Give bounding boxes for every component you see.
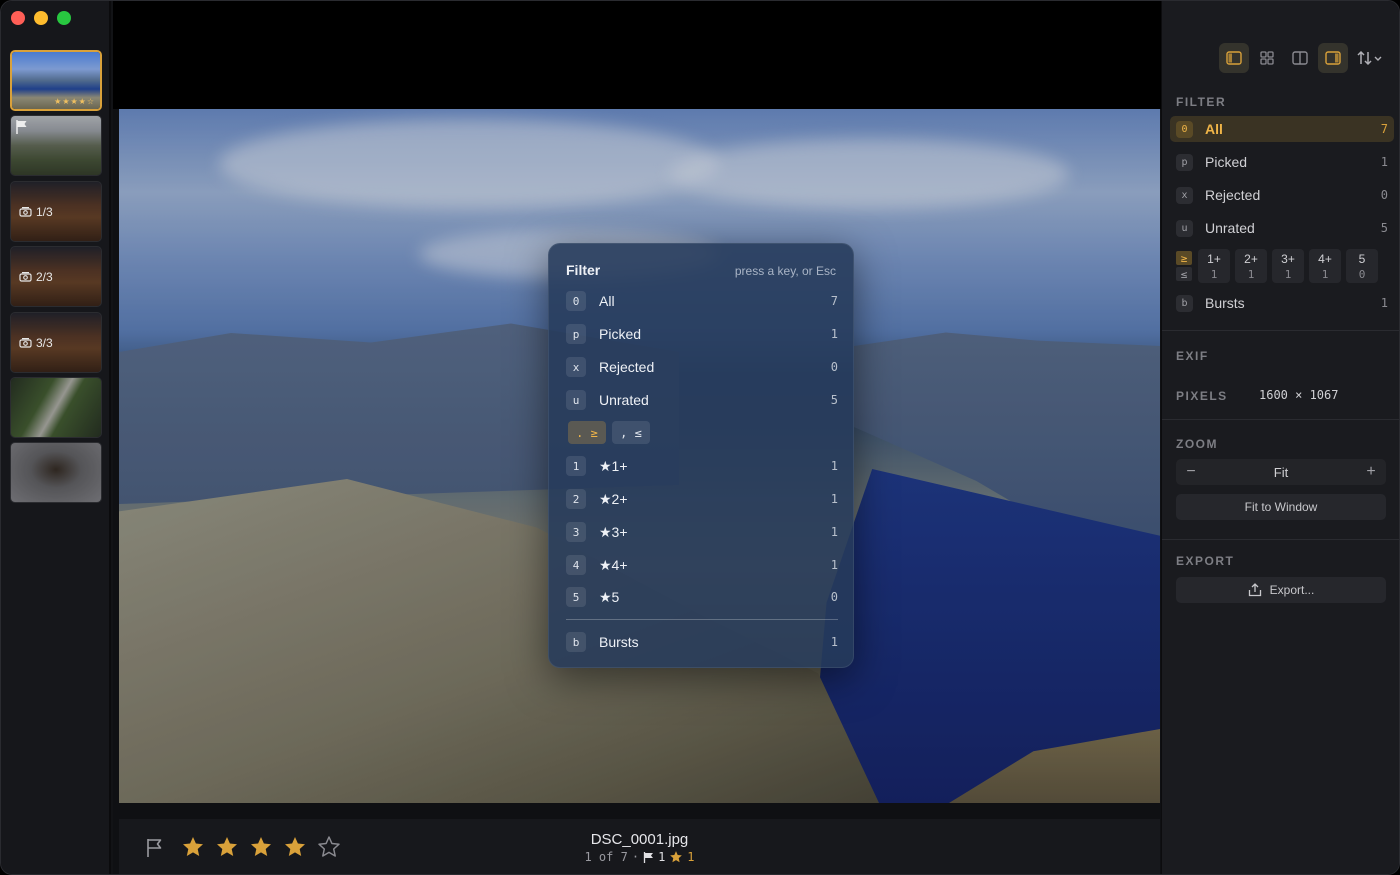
shortcut-key: 0 bbox=[566, 291, 586, 311]
popup-filter-rating-1[interactable]: 1 ★1+ 1 bbox=[566, 454, 838, 478]
burst-index-label: 1/3 bbox=[36, 204, 53, 219]
shortcut-key: b bbox=[1176, 294, 1193, 312]
thumbnail-rating-stars: ★★★★☆ bbox=[54, 97, 95, 106]
zoom-in-button[interactable]: + bbox=[1356, 463, 1386, 481]
sidebar-filter-unrated[interactable]: u Unrated 5 bbox=[1170, 215, 1394, 241]
rating-filter-1[interactable]: 1+ 1 bbox=[1198, 249, 1230, 283]
popup-filter-picked[interactable]: p Picked 1 bbox=[566, 322, 838, 346]
export-button[interactable]: Export... bbox=[1176, 577, 1386, 603]
sidebar-filter-picked[interactable]: p Picked 1 bbox=[1170, 149, 1394, 175]
rating-comparison-toggle[interactable]: ≥ ≤ bbox=[1176, 251, 1192, 281]
sidebar-right-icon bbox=[1325, 51, 1341, 65]
sort-menu-button[interactable] bbox=[1352, 43, 1388, 73]
popup-filter-rating-3[interactable]: 3 ★3+ 1 bbox=[566, 520, 838, 544]
minimize-window-button[interactable] bbox=[34, 11, 48, 25]
sidebar-filter-bursts[interactable]: b Bursts 1 bbox=[1170, 290, 1394, 316]
window-controls bbox=[11, 11, 71, 25]
filter-popup: Filter press a key, or Esc 0 All 7 p Pic… bbox=[548, 243, 854, 668]
popup-filter-unrated[interactable]: u Unrated 5 bbox=[566, 388, 838, 412]
viewer-top-area bbox=[113, 1, 1161, 109]
popup-filter-rating-4[interactable]: 4 ★4+ 1 bbox=[566, 553, 838, 577]
export-section-title: EXPORT bbox=[1176, 554, 1235, 568]
at-most-toggle[interactable]: ≤ bbox=[1176, 267, 1192, 281]
burst-stack-icon bbox=[19, 272, 32, 282]
shortcut-key: 2 bbox=[566, 489, 586, 509]
burst-stack-icon bbox=[19, 338, 32, 348]
split-view-icon bbox=[1292, 51, 1308, 65]
thumbnail-3[interactable]: 1/3 bbox=[10, 181, 102, 242]
popup-title: Filter bbox=[566, 262, 601, 278]
shortcut-key: 5 bbox=[566, 587, 586, 607]
zoom-section-title: ZOOM bbox=[1176, 437, 1218, 451]
popup-divider bbox=[566, 619, 838, 620]
export-icon bbox=[1248, 583, 1261, 597]
flag-icon bbox=[643, 851, 654, 863]
position-label: 1 of 7 bbox=[584, 850, 628, 864]
thumbnail-7[interactable] bbox=[10, 442, 102, 503]
shortcut-key: u bbox=[566, 390, 586, 410]
popup-hint: press a key, or Esc bbox=[734, 264, 836, 278]
at-least-toggle[interactable]: ≥ bbox=[1176, 251, 1192, 265]
rating-filter-3[interactable]: 3+ 1 bbox=[1272, 249, 1304, 283]
sidebar-filter-all[interactable]: 0 All 7 bbox=[1170, 116, 1394, 142]
exif-section-title: EXIF bbox=[1176, 349, 1209, 363]
fit-to-window-button[interactable]: Fit to Window bbox=[1176, 494, 1386, 520]
burst-index-label: 2/3 bbox=[36, 269, 53, 284]
thumbnail-1[interactable]: ★★★★☆ bbox=[10, 50, 102, 111]
thumbnail-2[interactable] bbox=[10, 115, 102, 176]
popup-filter-bursts[interactable]: b Bursts 1 bbox=[566, 630, 838, 654]
zoom-out-button[interactable]: − bbox=[1176, 463, 1206, 481]
compare-view-button[interactable] bbox=[1285, 43, 1315, 73]
shortcut-key: p bbox=[566, 324, 586, 344]
bottom-bar: DSC_0001.jpg 1 of 7 · 1 1 bbox=[119, 819, 1160, 874]
flag-icon bbox=[16, 120, 27, 134]
pixels-value: 1600 × 1067 bbox=[1259, 388, 1339, 402]
rating-filter-5[interactable]: 5 0 bbox=[1346, 249, 1378, 283]
popup-at-least-toggle[interactable]: . ≥ bbox=[568, 421, 606, 444]
zoom-control: − Fit + bbox=[1176, 459, 1386, 485]
shortcut-key: 1 bbox=[566, 456, 586, 476]
sidebar-left-icon bbox=[1226, 51, 1242, 65]
shortcut-key: 3 bbox=[566, 522, 586, 542]
thumbnail-4[interactable]: 2/3 bbox=[10, 246, 102, 307]
star-count: 1 bbox=[687, 850, 695, 864]
popup-filter-rating-5[interactable]: 5 ★5 0 bbox=[566, 585, 838, 609]
rating-filter-2[interactable]: 2+ 1 bbox=[1235, 249, 1267, 283]
grid-view-button[interactable] bbox=[1252, 43, 1282, 73]
star-filled-icon bbox=[670, 851, 683, 863]
file-position-info: 1 of 7 · 1 1 bbox=[584, 850, 695, 864]
toggle-right-sidebar-button[interactable] bbox=[1318, 43, 1348, 73]
thumbnail-5[interactable]: 3/3 bbox=[10, 312, 102, 373]
shortcut-key: 0 bbox=[1176, 120, 1193, 138]
shortcut-key: p bbox=[1176, 153, 1193, 171]
burst-index-label: 3/3 bbox=[36, 335, 53, 350]
shortcut-key: u bbox=[1176, 219, 1193, 237]
filmstrip: ★★★★☆ 1/3 2/3 3/3 bbox=[1, 1, 111, 874]
sort-icon bbox=[1357, 50, 1382, 66]
grid-icon bbox=[1260, 51, 1274, 65]
app-window: ★★★★☆ 1/3 2/3 3/3 DSC_0001.jpg 1 of 7 · … bbox=[0, 0, 1400, 875]
thumbnail-6[interactable] bbox=[10, 377, 102, 438]
popup-filter-rating-2[interactable]: 2 ★2+ 1 bbox=[566, 487, 838, 511]
rating-filter-4[interactable]: 4+ 1 bbox=[1309, 249, 1341, 283]
file-name: DSC_0001.jpg bbox=[590, 831, 689, 848]
burst-stack-icon bbox=[19, 207, 32, 217]
sidebar-filter-rejected[interactable]: x Rejected 0 bbox=[1170, 182, 1394, 208]
right-sidebar: FILTER 0 All 7 p Picked 1 x Rejected 0 u… bbox=[1161, 1, 1399, 874]
toggle-left-sidebar-button[interactable] bbox=[1219, 43, 1249, 73]
popup-at-most-toggle[interactable]: , ≤ bbox=[612, 421, 650, 444]
popup-filter-rejected[interactable]: x Rejected 0 bbox=[566, 355, 838, 379]
shortcut-key: x bbox=[566, 357, 586, 377]
shortcut-key: 4 bbox=[566, 555, 586, 575]
pixels-label: PIXELS bbox=[1176, 389, 1228, 403]
popup-filter-all[interactable]: 0 All 7 bbox=[566, 289, 838, 313]
close-window-button[interactable] bbox=[11, 11, 25, 25]
filter-section-title: FILTER bbox=[1176, 95, 1227, 109]
shortcut-key: x bbox=[1176, 186, 1193, 204]
zoom-level[interactable]: Fit bbox=[1206, 465, 1356, 480]
flag-count: 1 bbox=[658, 850, 666, 864]
shortcut-key: b bbox=[566, 632, 586, 652]
maximize-window-button[interactable] bbox=[57, 11, 71, 25]
